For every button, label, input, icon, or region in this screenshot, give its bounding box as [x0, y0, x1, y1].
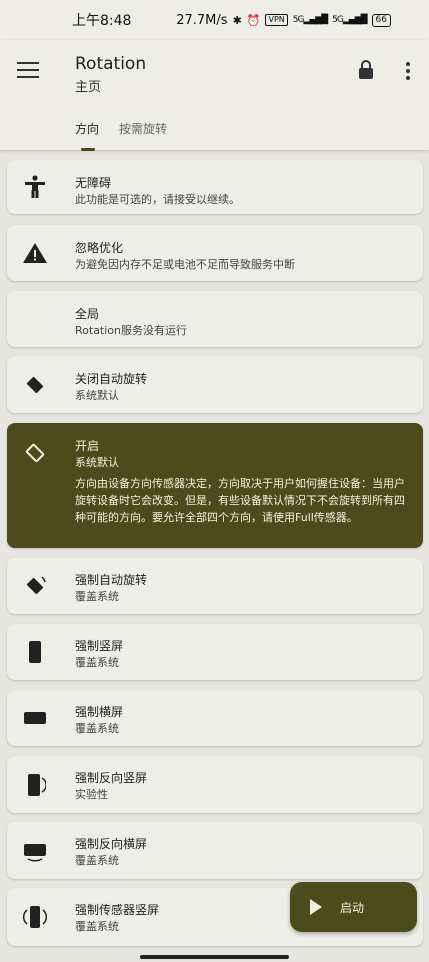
card-auto-rotate-on[interactable]: 开启 系统默认 方向由设备方向传感器决定，方向取决于用户如何握住设备：当用户旋转…: [7, 423, 423, 548]
card-auto-rotate-off[interactable]: 关闭自动旋转 系统默认: [7, 356, 423, 413]
card-force-reverse-landscape[interactable]: 强制反向横屏 覆盖系统: [7, 822, 423, 879]
accessibility-icon: [21, 173, 49, 201]
warning-icon: [21, 239, 49, 267]
landscape-icon: [21, 704, 49, 732]
tab-bar: 方向 按需旋转: [75, 120, 167, 151]
reverse-landscape-icon: [21, 837, 49, 865]
card-title: 强制传感器竖屏: [75, 903, 160, 917]
card-accessibility[interactable]: 无障碍 此功能是可选的，请接受以继续。: [7, 160, 423, 214]
card-force-auto-rotate[interactable]: 强制自动旋转 覆盖系统: [7, 558, 423, 614]
card-subtitle: 实验性: [75, 788, 108, 801]
signal-label-2: 5G: [332, 15, 344, 25]
card-subtitle: 覆盖系统: [75, 590, 119, 603]
battery-icon: 66: [371, 13, 391, 27]
status-icons: 27.7M/s ✱ ⏰ VPN 5G▂▄▆█ 5G▂▄▆█ 66: [176, 13, 391, 28]
card-title: 全局: [75, 307, 100, 321]
card-force-portrait[interactable]: 强制竖屏 覆盖系统: [7, 624, 423, 680]
card-title: 强制反向竖屏: [75, 771, 148, 785]
bluetooth-icon: ✱: [232, 13, 242, 27]
signal-label-1: 5G: [292, 15, 305, 25]
start-button-label: 启动: [340, 900, 365, 915]
card-subtitle: 系统默认: [75, 456, 119, 469]
rotate-off-icon: [21, 371, 49, 399]
status-bar: 上午8:48 27.7M/s ✱ ⏰ VPN 5G▂▄▆█ 5G▂▄▆█ 66: [0, 0, 429, 40]
menu-icon[interactable]: [17, 62, 39, 80]
sensor-portrait-icon: [21, 903, 49, 931]
status-time: 上午8:48: [72, 13, 132, 29]
app-title: Rotation: [75, 54, 147, 74]
force-rotate-icon: [21, 572, 49, 600]
signal-icon-2: 5G▂▄▆█: [332, 15, 367, 25]
card-subtitle: 系统默认: [75, 389, 119, 402]
app-bar: Rotation 主页 方向 按需旋转: [0, 40, 429, 151]
card-subtitle: 覆盖系统: [75, 854, 119, 867]
card-subtitle: 覆盖系统: [75, 656, 119, 669]
navigation-handle[interactable]: [140, 955, 289, 959]
app-subtitle: 主页: [75, 80, 102, 95]
card-global[interactable]: 全局 Rotation服务没有运行: [7, 291, 423, 347]
card-title: 强制横屏: [75, 705, 124, 719]
card-title: 强制反向横屏: [75, 837, 148, 851]
network-speed: 27.7M/s: [176, 12, 228, 28]
card-ignore-optimization[interactable]: 忽略优化 为避免因内存不足或电池不足而导致服务中断: [7, 225, 423, 281]
reverse-portrait-icon: [21, 771, 49, 799]
card-description: 方向由设备方向传感器决定，方向取决于用户如何握住设备：当用户旋转设备时它会改变。…: [75, 477, 405, 524]
card-title: 强制竖屏: [75, 639, 124, 653]
card-subtitle: 覆盖系统: [75, 920, 119, 933]
play-icon: [310, 899, 322, 915]
more-options-icon[interactable]: [404, 62, 412, 83]
card-title: 无障碍: [75, 176, 112, 190]
card-subtitle: 此功能是可选的，请接受以继续。: [75, 193, 240, 206]
tab-orientation[interactable]: 方向: [75, 120, 99, 151]
card-subtitle: 为避免因内存不足或电池不足而导致服务中断: [75, 258, 295, 271]
start-button[interactable]: 启动: [290, 882, 417, 932]
tab-on-demand[interactable]: 按需旋转: [119, 120, 167, 137]
card-force-reverse-portrait[interactable]: 强制反向竖屏 实验性: [7, 756, 423, 813]
card-subtitle: Rotation服务没有运行: [75, 324, 188, 337]
card-title: 忽略优化: [75, 241, 124, 255]
signal-icon-1: 5G▂▄▆█: [292, 15, 328, 25]
card-subtitle: 覆盖系统: [75, 722, 119, 735]
card-title: 强制自动旋转: [75, 573, 148, 587]
card-force-landscape[interactable]: 强制横屏 覆盖系统: [7, 690, 423, 746]
auto-rotate-icon: [21, 439, 49, 467]
card-title: 开启: [75, 439, 100, 453]
lock-icon[interactable]: [358, 60, 374, 80]
card-title: 关闭自动旋转: [75, 372, 148, 386]
alarm-icon: ⏰: [246, 13, 261, 27]
portrait-icon: [21, 638, 49, 666]
vpn-badge: VPN: [265, 14, 288, 26]
